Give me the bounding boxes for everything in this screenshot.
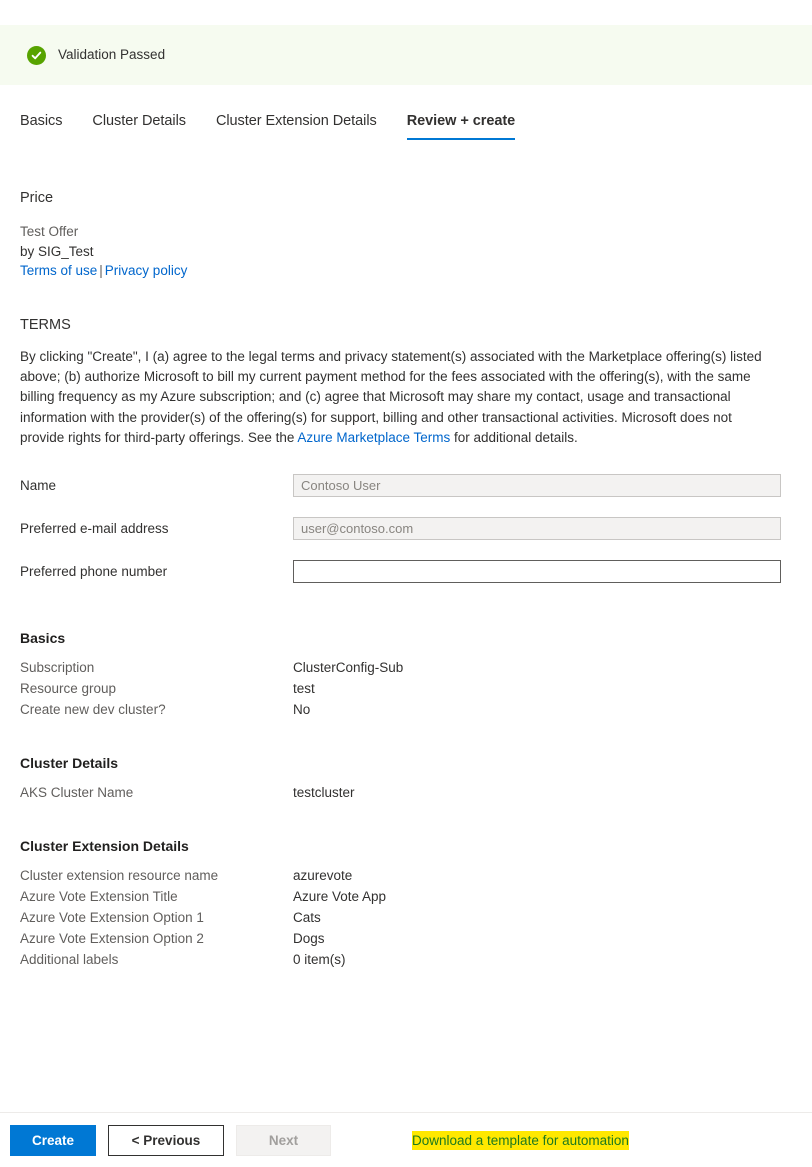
summary-key: Create new dev cluster? <box>20 702 166 718</box>
summary-value: Cats <box>293 910 321 926</box>
offer-publisher: by SIG_Test <box>20 244 94 259</box>
privacy-policy-link[interactable]: Privacy policy <box>105 263 188 278</box>
offer-name: Test Offer <box>20 224 79 239</box>
terms-heading: TERMS <box>20 317 71 333</box>
summary-row: Azure Vote Extension Option 1 Cats <box>20 910 792 925</box>
email-label: Preferred e-mail address <box>20 521 169 537</box>
wizard-footer: Create < Previous Next Download a templa… <box>0 1112 812 1167</box>
summary-row: Resource group test <box>20 681 792 696</box>
contact-form: Name Preferred e-mail address Preferred … <box>20 474 792 584</box>
summary-basics-title: Basics <box>20 630 66 647</box>
summary-key: Cluster extension resource name <box>20 868 219 884</box>
offer-links: Terms of use | Privacy policy <box>20 263 792 278</box>
form-row-email: Preferred e-mail address <box>20 517 792 541</box>
summary-value: Azure Vote App <box>293 889 387 905</box>
form-row-name: Name <box>20 474 792 498</box>
wizard-tabs: Basics Cluster Details Cluster Extension… <box>20 113 545 140</box>
summary-value: testcluster <box>293 785 355 801</box>
phone-label: Preferred phone number <box>20 564 168 580</box>
review-create-content: Price Test Offer by SIG_Test Terms of us… <box>20 190 792 973</box>
email-input[interactable] <box>293 517 781 541</box>
terms-paragraph: By clicking "Create", I (a) agree to the… <box>20 347 762 448</box>
summary-key: Subscription <box>20 660 95 676</box>
tab-basics[interactable]: Basics <box>20 113 62 140</box>
name-input[interactable] <box>293 474 781 498</box>
summary-row: Cluster extension resource name azurevot… <box>20 868 792 883</box>
summary-row: Create new dev cluster? No <box>20 702 792 717</box>
terms-text-after-link: for additional details. <box>450 429 578 445</box>
summary-cluster-extension-details: Cluster Extension Details Cluster extens… <box>20 838 792 967</box>
summary-key: Additional labels <box>20 952 119 968</box>
summary-value: Dogs <box>293 931 325 947</box>
validation-banner: Validation Passed <box>0 25 812 85</box>
tab-review-create[interactable]: Review + create <box>406 113 515 140</box>
summary-cluster-details: Cluster Details AKS Cluster Name testclu… <box>20 755 792 800</box>
previous-button[interactable]: < Previous <box>108 1124 224 1156</box>
next-button: Next <box>236 1124 331 1156</box>
download-template-link[interactable]: Download a template for automation <box>412 1130 629 1150</box>
price-heading: Price <box>20 190 54 206</box>
summary-row: Azure Vote Extension Title Azure Vote Ap… <box>20 889 792 904</box>
summary-key: AKS Cluster Name <box>20 785 134 801</box>
summary-cluster-details-title: Cluster Details <box>20 755 119 772</box>
terms-of-use-link[interactable]: Terms of use <box>20 263 97 278</box>
form-row-phone: Preferred phone number <box>20 560 792 584</box>
phone-input[interactable] <box>293 560 781 584</box>
summary-key: Resource group <box>20 681 117 697</box>
summary-key: Azure Vote Extension Option 1 <box>20 910 204 926</box>
summary-basics: Basics Subscription ClusterConfig-Sub Re… <box>20 630 792 717</box>
summary-row: Subscription ClusterConfig-Sub <box>20 660 792 675</box>
name-label: Name <box>20 478 57 494</box>
summary-value: 0 item(s) <box>293 952 346 968</box>
summary-row: AKS Cluster Name testcluster <box>20 785 792 800</box>
summary-value: ClusterConfig-Sub <box>293 660 404 676</box>
tab-cluster-extension-details[interactable]: Cluster Extension Details <box>216 113 377 140</box>
summary-row: Additional labels 0 item(s) <box>20 952 792 967</box>
summary-key: Azure Vote Extension Title <box>20 889 178 905</box>
summary-value: test <box>293 681 315 697</box>
link-separator: | <box>99 263 103 278</box>
azure-marketplace-terms-link[interactable]: Azure Marketplace Terms <box>297 430 450 445</box>
create-button[interactable]: Create <box>10 1124 96 1156</box>
summary-row: Azure Vote Extension Option 2 Dogs <box>20 931 792 946</box>
summary-cluster-extension-details-title: Cluster Extension Details <box>20 838 189 855</box>
tab-cluster-details[interactable]: Cluster Details <box>92 113 186 140</box>
summary-value: azurevote <box>293 868 353 884</box>
summary-value: No <box>293 702 311 718</box>
check-circle-icon <box>27 45 46 65</box>
summary-key: Azure Vote Extension Option 2 <box>20 931 204 947</box>
validation-message: Validation Passed <box>58 47 166 63</box>
